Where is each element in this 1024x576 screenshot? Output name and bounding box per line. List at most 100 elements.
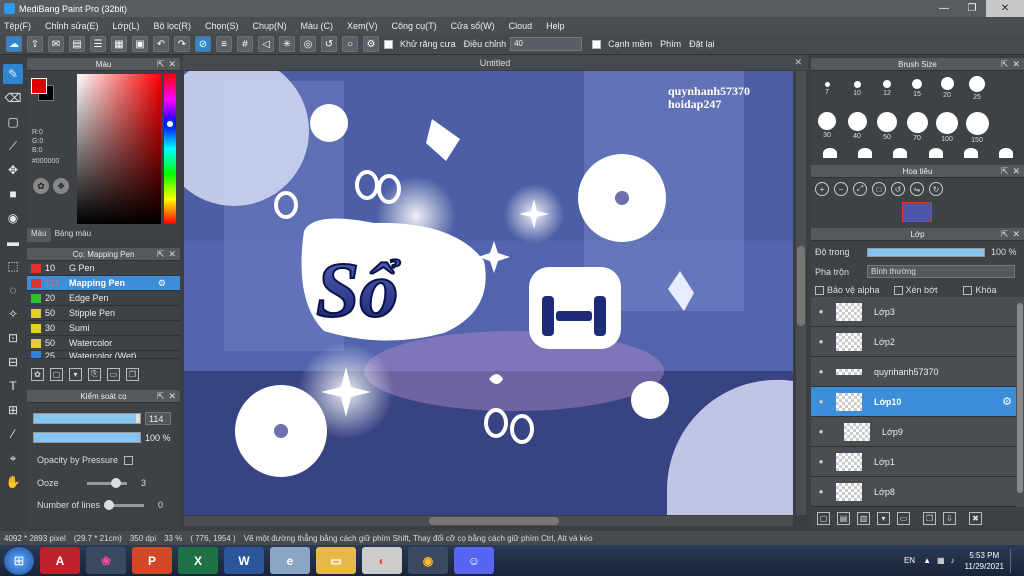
language-indicator[interactable]: EN <box>904 556 915 565</box>
cloud-icon[interactable]: ☁ <box>6 36 22 52</box>
medibang-app-icon[interactable]: ◐ <box>362 547 402 574</box>
maximize-button[interactable]: ❐ <box>958 0 986 17</box>
select-tool-icon[interactable]: ⬚ <box>3 256 23 276</box>
gradient-tool-icon[interactable]: ▬ <box>3 232 23 252</box>
navigator-thumbnail[interactable] <box>902 202 932 222</box>
bucket-tool-icon[interactable]: ◉ <box>3 208 23 228</box>
divide-tool-icon[interactable]: ⊞ <box>3 400 23 420</box>
redo-icon[interactable]: ↷ <box>174 36 190 52</box>
text-tool-icon[interactable]: T <box>3 376 23 396</box>
drawing-canvas[interactable]: Sổ quynhanh57370 hoidap247 <box>184 71 793 515</box>
word-app-icon[interactable]: W <box>224 547 264 574</box>
new-halftone-layer-icon[interactable]: ▤ <box>837 511 850 525</box>
ooze-slider[interactable] <box>87 477 127 488</box>
discord-app-icon[interactable]: ☺ <box>454 547 494 574</box>
brush-item[interactable]: 10 G Pen <box>27 261 180 276</box>
fill-rect-tool-icon[interactable]: ■ <box>3 184 23 204</box>
menu-tools[interactable]: Công cụ(T) <box>392 21 437 31</box>
network-icon[interactable]: ▦ <box>937 556 945 565</box>
chrome-app-icon[interactable]: ◉ <box>408 547 448 574</box>
brush-item[interactable]: 30 Sumi <box>27 321 180 336</box>
horizontal-scrollbar[interactable] <box>184 516 793 526</box>
size-preset[interactable]: 100 <box>933 112 961 143</box>
brush-item-selected[interactable]: 114 Mapping Pen ⚙ <box>27 276 180 291</box>
opacity-pressure-checkbox[interactable] <box>124 455 134 465</box>
size-preset[interactable]: 12 <box>873 76 901 97</box>
new-8bit-layer-icon[interactable]: ▥ <box>857 511 870 525</box>
layer-scrollbar[interactable] <box>1016 297 1024 507</box>
zoom-in-icon[interactable]: + <box>815 182 829 196</box>
powerpoint-app-icon[interactable]: P <box>132 547 172 574</box>
duplicate-layer-icon[interactable]: ❐ <box>923 511 936 525</box>
rotate-right-icon[interactable]: ↻ <box>929 182 943 196</box>
undock-icon[interactable]: ⇱ <box>157 391 165 402</box>
eye-icon[interactable]: ● <box>814 397 828 406</box>
undock-icon[interactable]: ⇱ <box>1001 59 1009 70</box>
clock[interactable]: 5:53 PM 11/29/2021 <box>965 550 1004 572</box>
clipping-checkbox[interactable] <box>893 285 903 295</box>
brush-settings-icon[interactable]: ✿ <box>31 367 44 381</box>
brush-item[interactable]: 20 Edge Pen <box>27 291 180 306</box>
settings-snap-icon[interactable]: ⚙ <box>363 36 379 52</box>
size-preset[interactable] <box>823 148 837 158</box>
size-preset[interactable]: 10 <box>843 76 871 97</box>
correction-select[interactable]: 40 <box>510 37 583 51</box>
panel-close-icon[interactable]: ✕ <box>168 391 176 402</box>
menu-filter[interactable]: Bộ lọc(R) <box>153 21 191 31</box>
eye-icon[interactable]: ● <box>814 427 828 436</box>
layer-row[interactable]: ● Lớp1 <box>811 447 1016 477</box>
paint-app-icon[interactable]: ❀ <box>86 547 126 574</box>
menu-help[interactable]: Help <box>546 21 565 31</box>
add-brush-icon[interactable]: ▾ <box>69 367 82 381</box>
undock-icon[interactable]: ⇱ <box>1001 166 1009 177</box>
undock-icon[interactable]: ⇱ <box>157 59 165 70</box>
layer-row-selected[interactable]: ● Lớp10 ⚙ <box>811 387 1016 417</box>
concentric-snap-icon[interactable]: ◎ <box>300 36 316 52</box>
canvas-tab[interactable]: Untitled ✕ <box>182 55 808 70</box>
ie-app-icon[interactable]: e <box>270 547 310 574</box>
brush-size-value[interactable]: 114 <box>145 412 171 425</box>
size-preset[interactable]: 70 <box>903 112 931 142</box>
brush-item[interactable]: 50 Stipple Pen <box>27 306 180 321</box>
size-preset[interactable] <box>893 148 908 158</box>
undo-icon[interactable]: ↶ <box>153 36 169 52</box>
tab-palette[interactable]: Bảng màu <box>51 228 95 242</box>
antialias-checkbox[interactable] <box>384 39 393 49</box>
menu-edit[interactable]: Chỉnh sửa(E) <box>45 21 99 31</box>
new-brush-icon[interactable]: ▢ <box>50 367 63 381</box>
curve-snap-icon[interactable]: ↺ <box>321 36 337 52</box>
panel-close-icon[interactable]: ✕ <box>1012 59 1020 70</box>
eraser-tool-icon[interactable]: ⌫ <box>3 88 23 108</box>
upload-icon[interactable]: ⇪ <box>27 36 43 52</box>
panel-close-icon[interactable]: ✕ <box>1012 229 1020 240</box>
brush-opacity-slider[interactable] <box>33 432 141 443</box>
color-picker-icon[interactable]: ❖ <box>53 178 69 194</box>
list-icon[interactable]: ☰ <box>90 36 106 52</box>
circle-snap-icon[interactable]: ○ <box>342 36 358 52</box>
menu-view[interactable]: Xem(V) <box>347 21 378 31</box>
brush-item[interactable]: 25 Watercolor (Wet) <box>27 351 180 359</box>
add-layer-menu-icon[interactable]: ▾ <box>877 511 890 525</box>
new-layer-icon[interactable]: ▢ <box>817 511 830 525</box>
select-pen-tool-icon[interactable]: ⊡ <box>3 328 23 348</box>
excel-app-icon[interactable]: X <box>178 547 218 574</box>
layer-row[interactable]: ● Lớp2 <box>811 327 1016 357</box>
duplicate-icon[interactable]: ❐ <box>126 367 139 381</box>
size-preset[interactable]: 15 <box>903 76 931 98</box>
move-tool-icon[interactable]: ✥ <box>3 160 23 180</box>
layer-opacity-slider[interactable] <box>867 247 985 257</box>
lock-checkbox[interactable] <box>963 285 973 295</box>
panel-close-icon[interactable]: ✕ <box>168 59 176 70</box>
menu-layer[interactable]: Lớp(L) <box>113 21 140 31</box>
tab-color[interactable]: Màu <box>27 228 51 242</box>
minimize-button[interactable]: — <box>930 0 958 17</box>
size-preset[interactable] <box>963 148 978 158</box>
layer-row[interactable]: ● quynhanh57370 <box>811 357 1016 387</box>
reset-button[interactable]: Đặt lại <box>689 39 715 49</box>
folder-icon[interactable]: ▭ <box>107 367 120 381</box>
zoom-out-icon[interactable]: − <box>834 182 848 196</box>
undock-icon[interactable]: ⇱ <box>1001 229 1009 240</box>
menu-color[interactable]: Màu (C) <box>301 21 334 31</box>
hue-slider[interactable] <box>164 74 176 224</box>
cross-snap-icon[interactable]: # <box>237 36 253 52</box>
